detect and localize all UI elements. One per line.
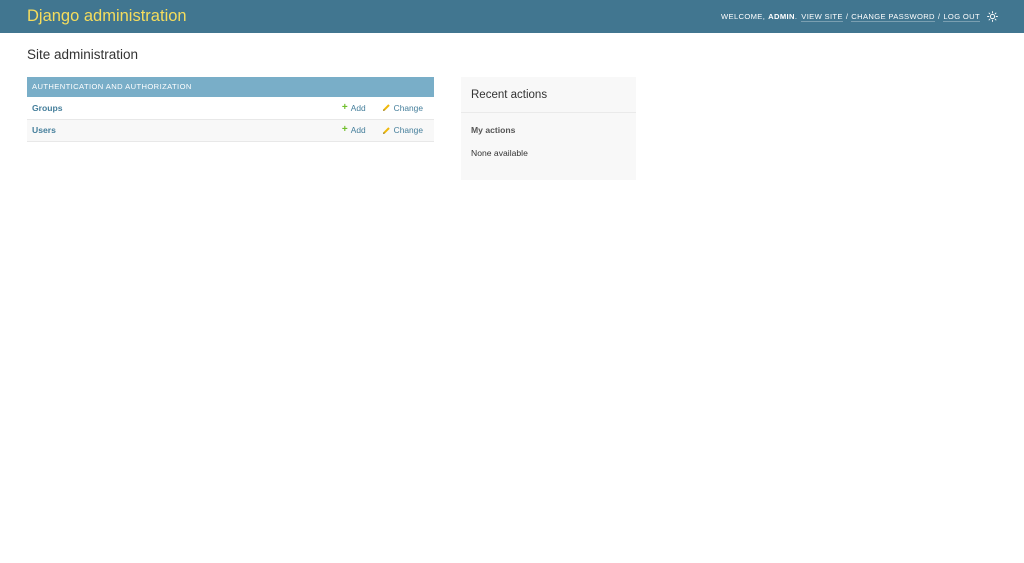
model-link-groups[interactable]: Groups	[32, 103, 342, 113]
separator: /	[937, 12, 941, 21]
my-actions-heading: My actions	[471, 125, 516, 135]
add-groups-button[interactable]: + Add	[341, 101, 366, 113]
plus-icon: +	[341, 101, 348, 113]
recent-actions-panel: Recent actions My actions None available	[461, 77, 636, 180]
change-users-button[interactable]: Change	[382, 125, 423, 135]
plus-icon: +	[341, 124, 348, 136]
module-caption[interactable]: Authentication and Authorization	[27, 77, 434, 97]
model-row-groups: Groups + Add Change	[27, 97, 434, 120]
site-brand[interactable]: Django administration	[27, 7, 187, 26]
add-users-button[interactable]: + Add	[341, 124, 366, 136]
app-module-auth: Authentication and Authorization Groups …	[27, 77, 434, 142]
change-label: Change	[393, 125, 423, 136]
page-title: Site administration	[27, 47, 139, 62]
change-label: Change	[393, 102, 423, 113]
username: admin	[768, 12, 795, 21]
change-password-link[interactable]: Change password	[851, 12, 935, 22]
pencil-icon	[382, 126, 391, 135]
change-groups-button[interactable]: Change	[382, 103, 423, 113]
model-row-users: Users + Add Change	[27, 119, 434, 142]
add-label: Add	[350, 125, 366, 136]
welcome-text: Welcome,	[721, 12, 766, 21]
recent-actions-title: Recent actions	[461, 77, 636, 113]
user-tools: Welcome, admin. View site / Change passw…	[721, 11, 998, 22]
separator: /	[845, 12, 849, 21]
add-label: Add	[350, 102, 366, 113]
view-site-link[interactable]: View site	[801, 12, 843, 22]
header-bar: Django administration Welcome, admin. Vi…	[0, 0, 1024, 33]
model-link-users[interactable]: Users	[32, 125, 342, 135]
log-out-link[interactable]: Log out	[943, 12, 980, 22]
sun-icon[interactable]	[987, 11, 998, 22]
empty-actions-text: None available	[471, 148, 528, 158]
pencil-icon	[382, 103, 391, 112]
